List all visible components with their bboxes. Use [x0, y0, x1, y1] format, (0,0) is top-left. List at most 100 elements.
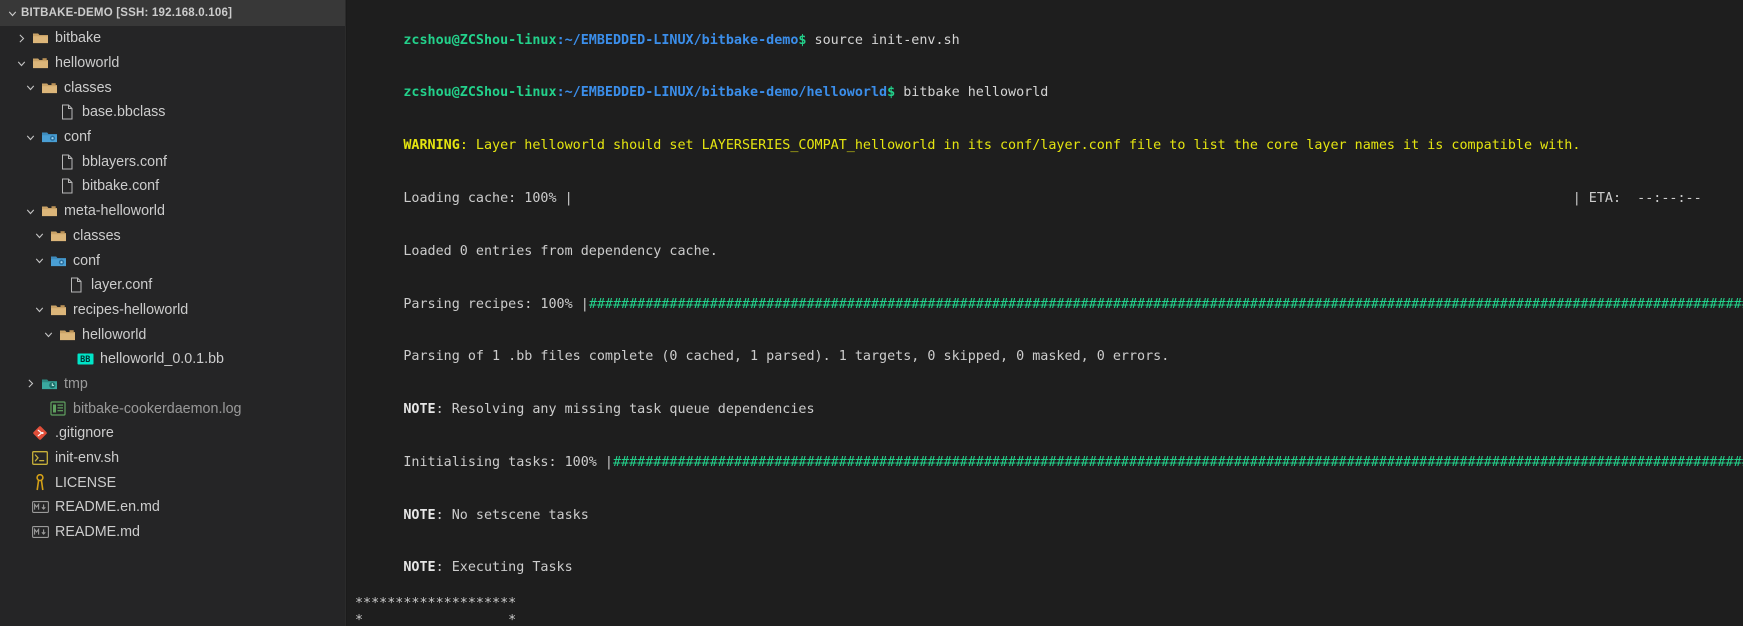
- parsing-recipes-progress-bar: ########################################…: [588, 296, 1743, 312]
- tree-item[interactable]: helloworld: [0, 322, 346, 347]
- license-icon: [30, 474, 50, 492]
- tree-item-label: tmp: [64, 375, 88, 392]
- folder-open-icon: [39, 202, 59, 220]
- terminal-line-warning: WARNING: Layer helloworld should set LAY…: [355, 120, 1743, 173]
- chevron-right-icon[interactable]: [13, 30, 30, 47]
- tree-item[interactable]: classes: [0, 224, 346, 249]
- tree-item-label: README.md: [55, 524, 140, 541]
- tree-item[interactable]: .gitignore: [0, 421, 346, 446]
- tree-item[interactable]: BB helloworld_0.0.1.bb: [0, 347, 346, 372]
- tree-item[interactable]: tmp: [0, 372, 346, 397]
- tree-item[interactable]: layer.conf: [0, 273, 346, 298]
- tree-item[interactable]: bitbake: [0, 26, 346, 51]
- folder-open-icon: [48, 227, 68, 245]
- file-tree[interactable]: bitbake helloworld classes base.bbclass conf…: [0, 26, 346, 544]
- folder-open-icon: [57, 326, 77, 344]
- tree-item[interactable]: README.md: [0, 520, 346, 545]
- prompt-path: :~/EMBEDDED-LINUX/bitbake-demo/helloworl…: [556, 85, 888, 101]
- tree-item-label: init-env.sh: [55, 450, 120, 467]
- folder-config-icon: [48, 252, 68, 270]
- tree-item[interactable]: bblayers.conf: [0, 149, 346, 174]
- terminal-line-initialising-tasks: Initialising tasks: 100% |##############…: [355, 436, 1743, 489]
- prompt-path: :~/EMBEDDED-LINUX/bitbake-demo: [556, 32, 799, 48]
- file-icon: [66, 276, 86, 294]
- tree-item[interactable]: classes: [0, 75, 346, 100]
- terminal-line-parsing-complete: Parsing of 1 .bb files complete (0 cache…: [355, 331, 1743, 384]
- chevron-down-icon[interactable]: [22, 203, 39, 220]
- tree-item-label: classes: [73, 227, 121, 244]
- loading-cache-eta: | ETA: --:--:--: [1572, 190, 1702, 206]
- terminal-panel[interactable]: zcshou@ZCShou-linux:~/EMBEDDED-LINUX/bit…: [347, 0, 1743, 626]
- folder-config-icon: [39, 128, 59, 146]
- chevron-down-icon[interactable]: [31, 252, 48, 269]
- prompt-user-host: zcshou@ZCShou-linux: [403, 32, 557, 48]
- note-resolving-text: : Resolving any missing task queue depen…: [435, 402, 815, 418]
- tree-item-label: bitbake: [55, 30, 102, 47]
- chevron-down-icon[interactable]: [31, 301, 48, 318]
- folder-icon: [30, 29, 50, 47]
- tree-item-label: conf: [64, 129, 92, 146]
- tree-item[interactable]: helloworld: [0, 51, 346, 76]
- terminal-line-note-setscene: NOTE: No setscene tasks: [355, 489, 1743, 542]
- banner-top-border: ********************: [355, 595, 517, 611]
- tree-item-label: classes: [64, 79, 112, 96]
- note-setscene-text: : No setscene tasks: [435, 507, 589, 523]
- chevron-down-icon[interactable]: [22, 129, 39, 146]
- tree-item[interactable]: bitbake-cookerdaemon.log: [0, 396, 346, 421]
- prompt-user-host: zcshou@ZCShou-linux: [403, 85, 557, 101]
- prompt-symbol: $: [798, 32, 815, 48]
- chevron-down-icon[interactable]: [22, 79, 39, 96]
- tree-item[interactable]: conf: [0, 248, 346, 273]
- svg-text:BB: BB: [80, 355, 90, 365]
- tree-item[interactable]: conf: [0, 125, 346, 150]
- git-icon: [30, 424, 50, 442]
- folder-open-icon: [30, 54, 50, 72]
- tree-item[interactable]: recipes-helloworld: [0, 298, 346, 323]
- command-bitbake: bitbake helloworld: [903, 85, 1049, 101]
- tree-item[interactable]: bitbake.conf: [0, 174, 346, 199]
- tree-item-label: meta-helloworld: [64, 203, 165, 220]
- command-source: source init-env.sh: [814, 32, 960, 48]
- tree-item-label: helloworld: [55, 55, 120, 72]
- log-icon: [48, 400, 68, 418]
- chevron-down-icon: [4, 5, 20, 21]
- chevron-right-icon[interactable]: [22, 375, 39, 392]
- file-icon: [57, 103, 77, 121]
- explorer-sidebar: BITBAKE-DEMO [SSH: 192.168.0.106] bitbak…: [0, 0, 347, 626]
- tree-item-label: base.bbclass: [82, 104, 166, 121]
- tree-item[interactable]: LICENSE: [0, 470, 346, 495]
- warning-tag: WARNING: [403, 138, 460, 154]
- prompt-symbol: $: [887, 85, 904, 101]
- chevron-down-icon[interactable]: [31, 227, 48, 244]
- tree-item[interactable]: base.bbclass: [0, 100, 346, 125]
- note-tag: NOTE: [403, 402, 436, 418]
- init-tasks-label: Initialising tasks: 100% |: [403, 454, 613, 470]
- explorer-root-header[interactable]: BITBAKE-DEMO [SSH: 192.168.0.106]: [0, 0, 346, 26]
- loaded-entries-text: Loaded 0 entries from dependency cache.: [403, 243, 718, 259]
- bb-icon: BB: [75, 350, 95, 368]
- markdown-icon: [30, 523, 50, 541]
- chevron-down-icon[interactable]: [40, 326, 57, 343]
- tree-item[interactable]: README.en.md: [0, 495, 346, 520]
- tree-item[interactable]: meta-helloworld: [0, 199, 346, 224]
- chevron-down-icon[interactable]: [13, 55, 30, 72]
- terminal-line-loading-cache: Loading cache: 100% | | ETA: --:--:--: [355, 172, 1743, 225]
- tree-item-label: LICENSE: [55, 474, 117, 491]
- terminal-line-note-resolving: NOTE: Resolving any missing task queue d…: [355, 383, 1743, 436]
- terminal-line-parsing-recipes: Parsing recipes: 100% |#################…: [355, 278, 1743, 331]
- tree-item-label: conf: [73, 252, 101, 269]
- terminal-line-note-executing: NOTE: Executing Tasks: [355, 542, 1743, 595]
- tree-item-label: layer.conf: [91, 277, 153, 294]
- tree-item-label: helloworld_0.0.1.bb: [100, 351, 224, 368]
- folder-open-icon: [39, 79, 59, 97]
- note-tag: NOTE: [403, 507, 436, 523]
- file-icon: [57, 153, 77, 171]
- loading-cache-text: Loading cache: 100% |: [403, 190, 573, 206]
- banner-blank-line: * *: [355, 613, 517, 626]
- markdown-icon: [30, 498, 50, 516]
- init-tasks-progress-bar: ########################################…: [612, 454, 1743, 470]
- note-tag: NOTE: [403, 560, 436, 576]
- explorer-root-title: BITBAKE-DEMO [SSH: 192.168.0.106]: [21, 7, 233, 19]
- tree-item-label: bitbake.conf: [82, 178, 160, 195]
- tree-item[interactable]: init-env.sh: [0, 446, 346, 471]
